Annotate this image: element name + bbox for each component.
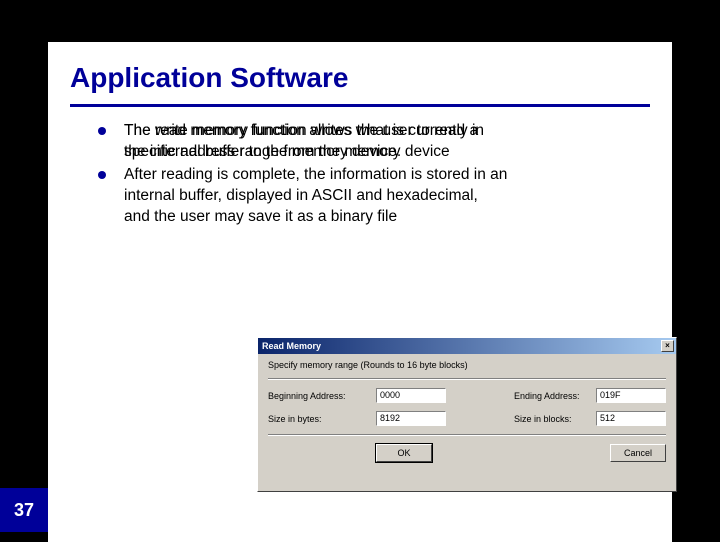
page-number-badge: 37 bbox=[0, 488, 48, 532]
bullet-1-overlay-line2: the internal buffer to the memory device… bbox=[124, 143, 401, 160]
close-icon[interactable]: × bbox=[661, 340, 674, 352]
dialog-title: Read Memory bbox=[262, 341, 321, 351]
instruction-label: Specify memory range (Rounds to 16 byte … bbox=[268, 360, 468, 370]
button-row: OK Cancel bbox=[268, 444, 666, 462]
dialog-body: Specify memory range (Rounds to 16 byte … bbox=[258, 354, 676, 468]
cancel-button[interactable]: Cancel bbox=[610, 444, 666, 462]
size-row: Size in bytes: 8192 Size in blocks: 512 bbox=[268, 411, 666, 426]
bullet-icon bbox=[98, 171, 106, 179]
end-address-input[interactable]: 019F bbox=[596, 388, 666, 403]
end-address-label: Ending Address: bbox=[514, 391, 596, 401]
size-blocks-label: Size in blocks: bbox=[514, 414, 596, 424]
bullet-1: The read memory function allows the user… bbox=[98, 121, 642, 163]
dialog-titlebar[interactable]: Read Memory × bbox=[258, 338, 676, 354]
read-memory-dialog: Read Memory × Specify memory range (Roun… bbox=[257, 337, 677, 492]
bullet-2-line1: After reading is complete, the informati… bbox=[124, 166, 507, 183]
bullet-1-overlay-line1: The write memory function writes what is… bbox=[124, 122, 484, 139]
size-bytes-input[interactable]: 8192 bbox=[376, 411, 446, 426]
instruction-row: Specify memory range (Rounds to 16 byte … bbox=[268, 360, 666, 370]
bullet-2-text: After reading is complete, the informati… bbox=[124, 165, 642, 228]
bullet-2: After reading is complete, the informati… bbox=[98, 165, 642, 228]
bullet-2-line2: internal buffer, displayed in ASCII and … bbox=[124, 187, 478, 204]
begin-address-label: Beginning Address: bbox=[268, 391, 376, 401]
size-bytes-label: Size in bytes: bbox=[268, 414, 376, 424]
separator bbox=[268, 378, 666, 380]
ok-button[interactable]: OK bbox=[376, 444, 432, 462]
begin-address-input[interactable]: 0000 bbox=[376, 388, 446, 403]
separator bbox=[268, 434, 666, 436]
bullet-2-line3: and the user may save it as a binary fil… bbox=[124, 208, 397, 225]
bullet-1-text: The read memory function allows the user… bbox=[124, 121, 642, 163]
slide-body: The read memory function allows the user… bbox=[48, 107, 672, 228]
size-blocks-input[interactable]: 512 bbox=[596, 411, 666, 426]
slide-title: Application Software bbox=[48, 42, 672, 100]
address-row: Beginning Address: 0000 Ending Address: … bbox=[268, 388, 666, 403]
bullet-1-overlay: The write memory function writes what is… bbox=[124, 121, 484, 163]
bullet-icon bbox=[98, 127, 106, 135]
